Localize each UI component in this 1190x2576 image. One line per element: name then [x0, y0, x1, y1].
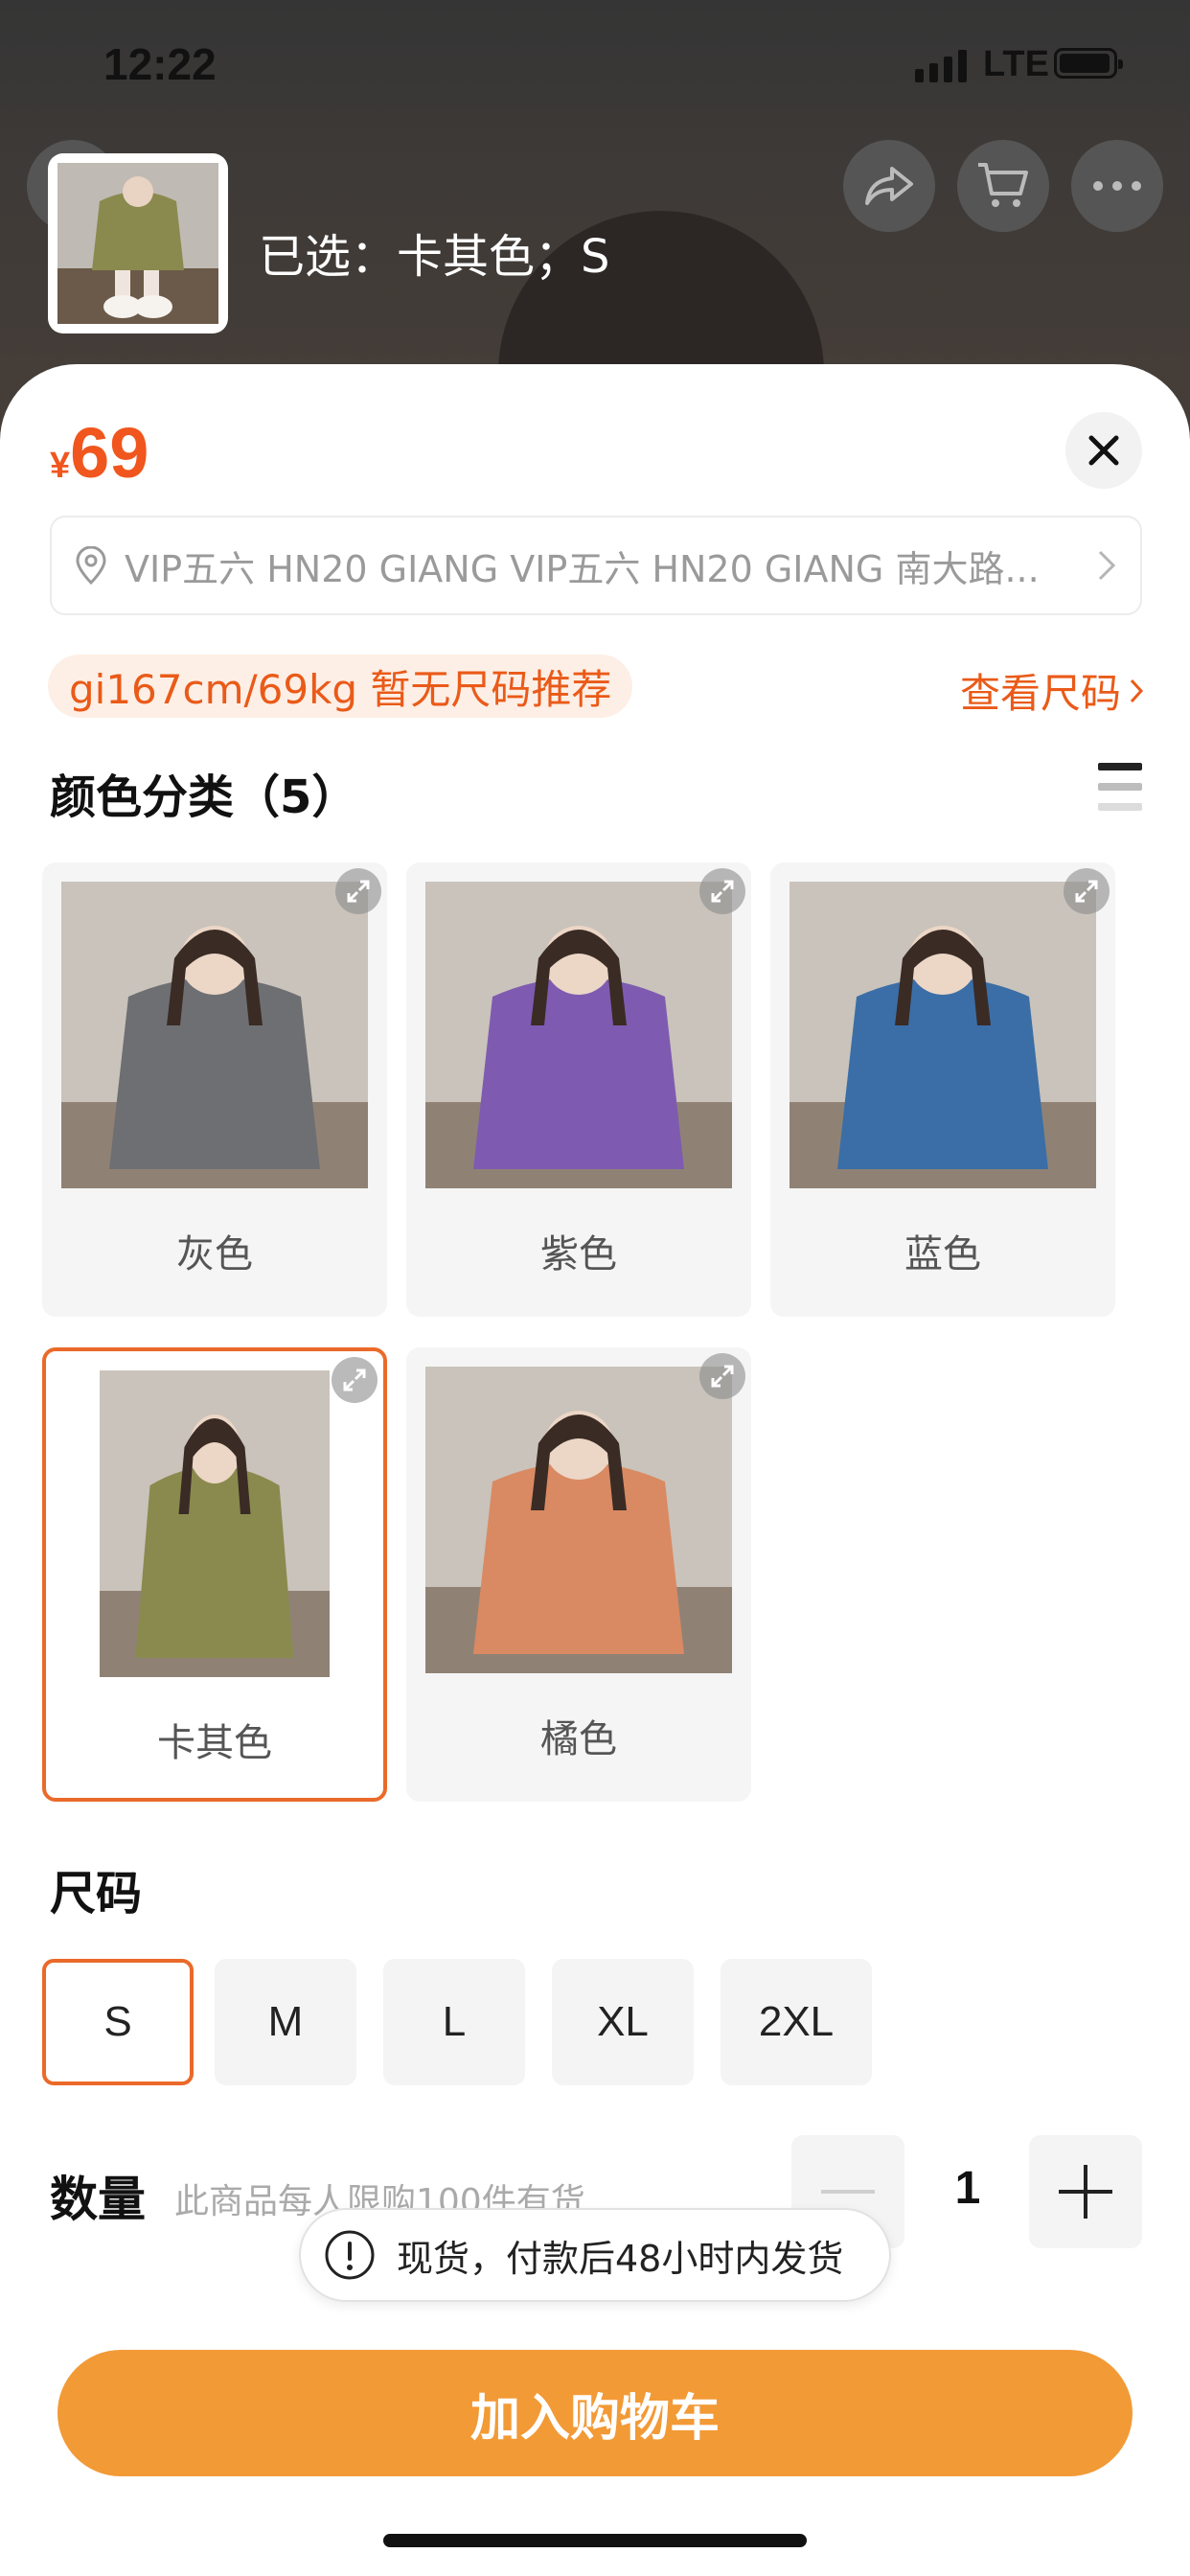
color-option-card[interactable]: 蓝色 [770, 862, 1115, 1317]
thumbnail-image [57, 163, 218, 324]
cart-top-button[interactable] [957, 140, 1049, 232]
quantity-label: 数量 [50, 2172, 146, 2227]
battery-icon [1054, 48, 1123, 79]
chevron-right-icon [1098, 550, 1116, 581]
color-option-label: 蓝色 [904, 1232, 981, 1276]
expand-image-icon[interactable] [332, 1357, 378, 1403]
exclamation-icon [325, 2230, 375, 2280]
selected-spec-text: 已选：卡其色；S [259, 230, 610, 284]
address-selector[interactable]: VIP五六 HN20 GIANG VIP五六 HN20 GIANG 南大路... [50, 516, 1142, 615]
price-value: 69 [70, 413, 149, 493]
color-option-image [425, 1367, 732, 1673]
size-option-s[interactable]: S [42, 1959, 194, 2085]
color-section-title: 颜色分类（5） [50, 770, 358, 824]
add-to-cart-button[interactable]: 加入购物车 [57, 2350, 1133, 2476]
more-button[interactable] [1071, 140, 1163, 232]
color-option-card[interactable]: 橘色 [406, 1347, 751, 1802]
price: ¥69 [50, 412, 149, 494]
expand-image-icon[interactable] [335, 868, 381, 914]
size-option-l[interactable]: L [383, 1959, 525, 2085]
cart-icon [978, 163, 1028, 207]
close-icon [1088, 435, 1119, 466]
increase-button[interactable] [1029, 2135, 1142, 2248]
minus-icon [821, 2190, 875, 2194]
size-option-m[interactable]: M [215, 1959, 356, 2085]
currency-symbol: ¥ [50, 446, 71, 486]
color-option-card[interactable]: 灰色 [42, 862, 387, 1317]
home-indicator [383, 2534, 807, 2547]
chevron-right-icon [1130, 678, 1144, 702]
share-button[interactable] [843, 140, 935, 232]
color-option-label: 橘色 [540, 1717, 617, 1761]
color-option-label: 紫色 [540, 1232, 617, 1276]
color-option-label: 灰色 [176, 1232, 253, 1276]
network-type: LTE [983, 44, 1049, 84]
location-pin-icon [76, 546, 106, 585]
size-recommendation-badge: gi167cm/69kg 暂无尺码推荐 [48, 655, 633, 718]
color-option-image [100, 1370, 330, 1677]
size-option-xl[interactable]: XL [552, 1959, 694, 2085]
color-option-card[interactable]: 卡其色 [42, 1347, 387, 1802]
share-icon [865, 167, 913, 205]
status-bar: 12:22 LTE [0, 0, 1190, 134]
expand-image-icon[interactable] [699, 1353, 745, 1399]
expand-image-icon[interactable] [1064, 868, 1110, 914]
selected-product-thumbnail[interactable] [48, 153, 228, 334]
color-option-image [425, 882, 732, 1188]
color-option-label: 卡其色 [157, 1721, 272, 1765]
color-option-image [61, 882, 368, 1188]
color-option-image [790, 882, 1096, 1188]
color-option-card[interactable]: 紫色 [406, 862, 751, 1317]
signal-icon [915, 48, 967, 82]
toast-text: 现货，付款后48小时内发货 [397, 2237, 844, 2280]
size-section-title: 尺码 [50, 1867, 143, 1920]
list-view-toggle-icon[interactable] [1098, 763, 1142, 811]
size-chart-label: 查看尺码 [959, 670, 1121, 717]
shipping-toast: 现货，付款后48小时内发货 [299, 2208, 891, 2302]
status-time: 12:22 [103, 39, 217, 89]
plus-icon [1059, 2165, 1112, 2219]
address-text: VIP五六 HN20 GIANG VIP五六 HN20 GIANG 南大路... [125, 547, 1040, 590]
more-icon [1093, 181, 1141, 191]
size-option-2xl[interactable]: 2XL [721, 1959, 872, 2085]
size-chart-link[interactable]: 查看尺码 [960, 661, 1144, 720]
expand-image-icon[interactable] [699, 868, 745, 914]
close-button[interactable] [1065, 412, 1142, 489]
quantity-value[interactable]: 1 [929, 2162, 1006, 2215]
